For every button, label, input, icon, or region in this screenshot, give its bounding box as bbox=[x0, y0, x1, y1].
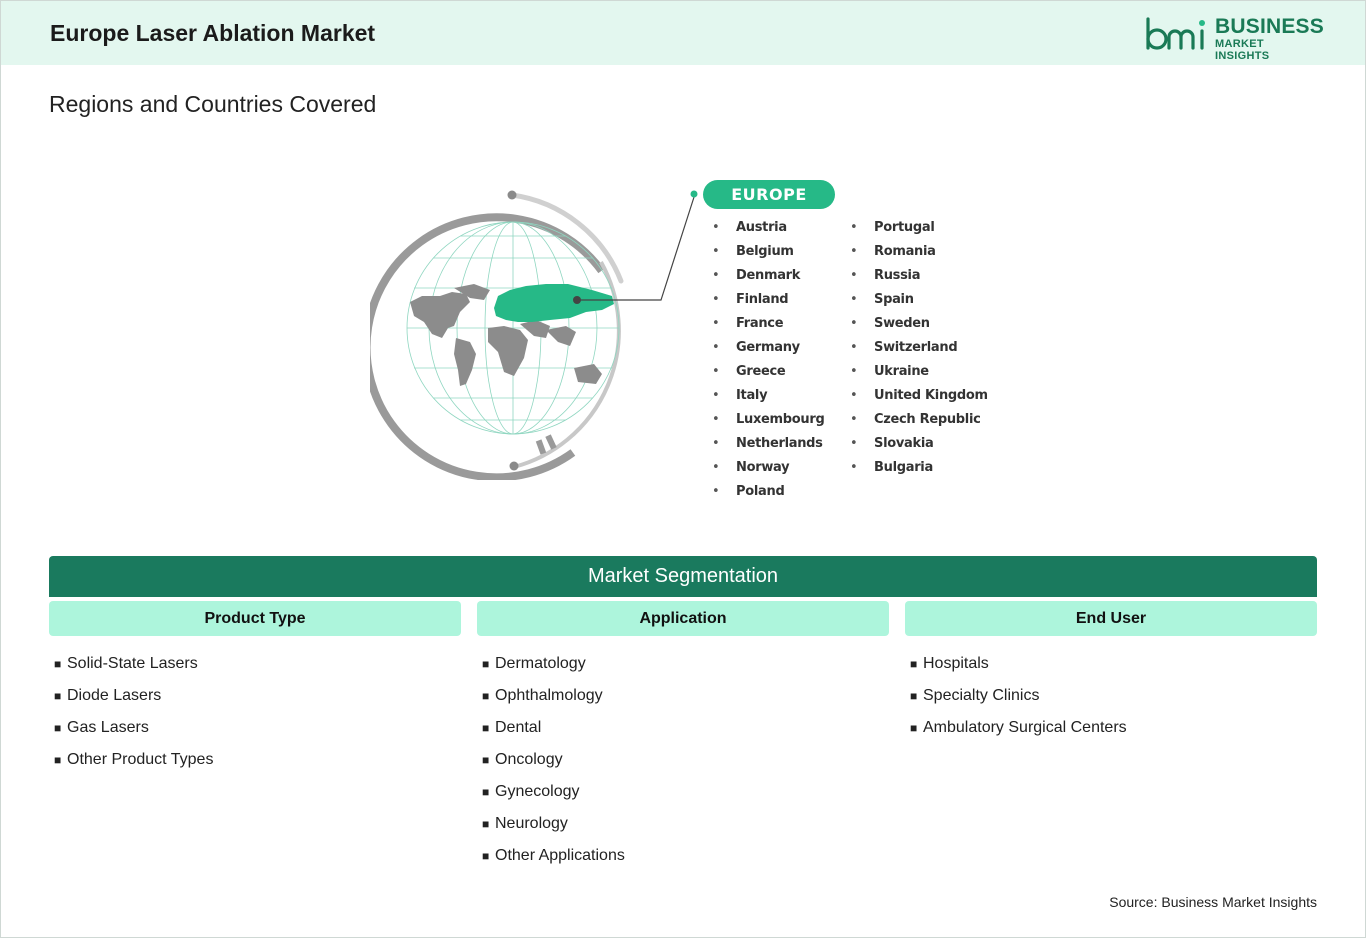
bmi-logo-mark-icon bbox=[1146, 17, 1205, 50]
country-item: • Norway bbox=[712, 460, 790, 475]
application-list: ■ Dermatology ■ Ophthalmology ■ Dental ■ Onc… bbox=[482, 655, 625, 879]
segment-item: ■ Ophthalmology bbox=[482, 687, 603, 704]
country-item: • Finland bbox=[712, 292, 789, 307]
country-item: • Greece bbox=[712, 364, 786, 379]
segment-heading-end-user: End User bbox=[905, 601, 1317, 636]
country-item: • France bbox=[712, 316, 784, 331]
country-item: • Spain bbox=[850, 292, 914, 307]
segment-item: ■ Specialty Clinics bbox=[910, 687, 1040, 704]
page-title: Europe Laser Ablation Market bbox=[50, 20, 376, 46]
country-item: • Italy bbox=[712, 388, 768, 403]
country-item: • Netherlands bbox=[712, 436, 823, 451]
country-item: • Denmark bbox=[712, 268, 801, 283]
logo-wordmark-line1: BUSINESS bbox=[1215, 15, 1324, 38]
segment-item: ■ Hospitals bbox=[910, 655, 989, 672]
globe-illustration bbox=[362, 180, 710, 482]
country-item: • Luxembourg bbox=[712, 412, 825, 427]
country-list-left: • Austria • Belgium • Denmark • Finland • Fra… bbox=[712, 219, 825, 507]
segment-item: ■ Other Applications bbox=[482, 847, 625, 864]
country-item: • Belgium bbox=[712, 244, 794, 259]
segment-item: ■ Other Product Types bbox=[54, 751, 214, 768]
country-list-right: • Portugal • Romania • Russia • Spain • Swede… bbox=[850, 219, 988, 483]
connector-dot-icon bbox=[690, 190, 698, 198]
regions-section-title: Regions and Countries Covered bbox=[49, 91, 377, 117]
segment-item: ■ Solid-State Lasers bbox=[54, 655, 198, 672]
segment-item: ■ Diode Lasers bbox=[54, 687, 162, 704]
segment-heading-product-type: Product Type bbox=[49, 601, 461, 636]
country-item: • Germany bbox=[712, 340, 800, 355]
market-segmentation-header: Market Segmentation bbox=[49, 556, 1317, 597]
country-item: • Austria bbox=[712, 220, 787, 235]
segment-item: ■ Oncology bbox=[482, 751, 563, 768]
country-item: • Poland bbox=[712, 484, 785, 499]
region-label-europe: EUROPE bbox=[703, 180, 835, 209]
segment-item: ■ Gynecology bbox=[482, 783, 580, 800]
world-globe-icon bbox=[362, 190, 696, 482]
segment-item: ■ Gas Lasers bbox=[54, 719, 149, 736]
segment-item: ■ Ambulatory Surgical Centers bbox=[910, 719, 1127, 736]
segment-item: ■ Dental bbox=[482, 719, 542, 736]
country-item: • Russia bbox=[850, 268, 921, 283]
logo-wordmark-line2: MARKET INSIGHTS bbox=[1215, 38, 1270, 62]
product-type-list: ■ Solid-State Lasers ■ Diode Lasers ■ Gas L… bbox=[54, 655, 213, 783]
country-item: • Bulgaria bbox=[850, 460, 933, 475]
end-user-list: ■ Hospitals ■ Specialty Clinics ■ Ambulator… bbox=[910, 655, 1127, 751]
country-item: • Portugal bbox=[850, 220, 935, 235]
country-item: • Sweden bbox=[850, 316, 930, 331]
country-item: • Czech Republic bbox=[850, 412, 981, 427]
segment-item: ■ Dermatology bbox=[482, 655, 586, 672]
segment-item: ■ Neurology bbox=[482, 815, 568, 832]
bmi-logo: BUSINESS MARKET INSIGHTS bbox=[1145, 15, 1324, 62]
country-item: • Ukraine bbox=[850, 364, 929, 379]
country-item: • Slovakia bbox=[850, 436, 934, 451]
source-note: Source: Business Market Insights bbox=[1109, 894, 1317, 910]
country-item: • Romania bbox=[850, 244, 936, 259]
header-band: Europe Laser Ablation Market BUSINESS MA… bbox=[1, 1, 1365, 65]
country-item: • Switzerland bbox=[850, 340, 958, 355]
country-item: • United Kingdom bbox=[850, 388, 988, 403]
segment-heading-application: Application bbox=[477, 601, 889, 636]
